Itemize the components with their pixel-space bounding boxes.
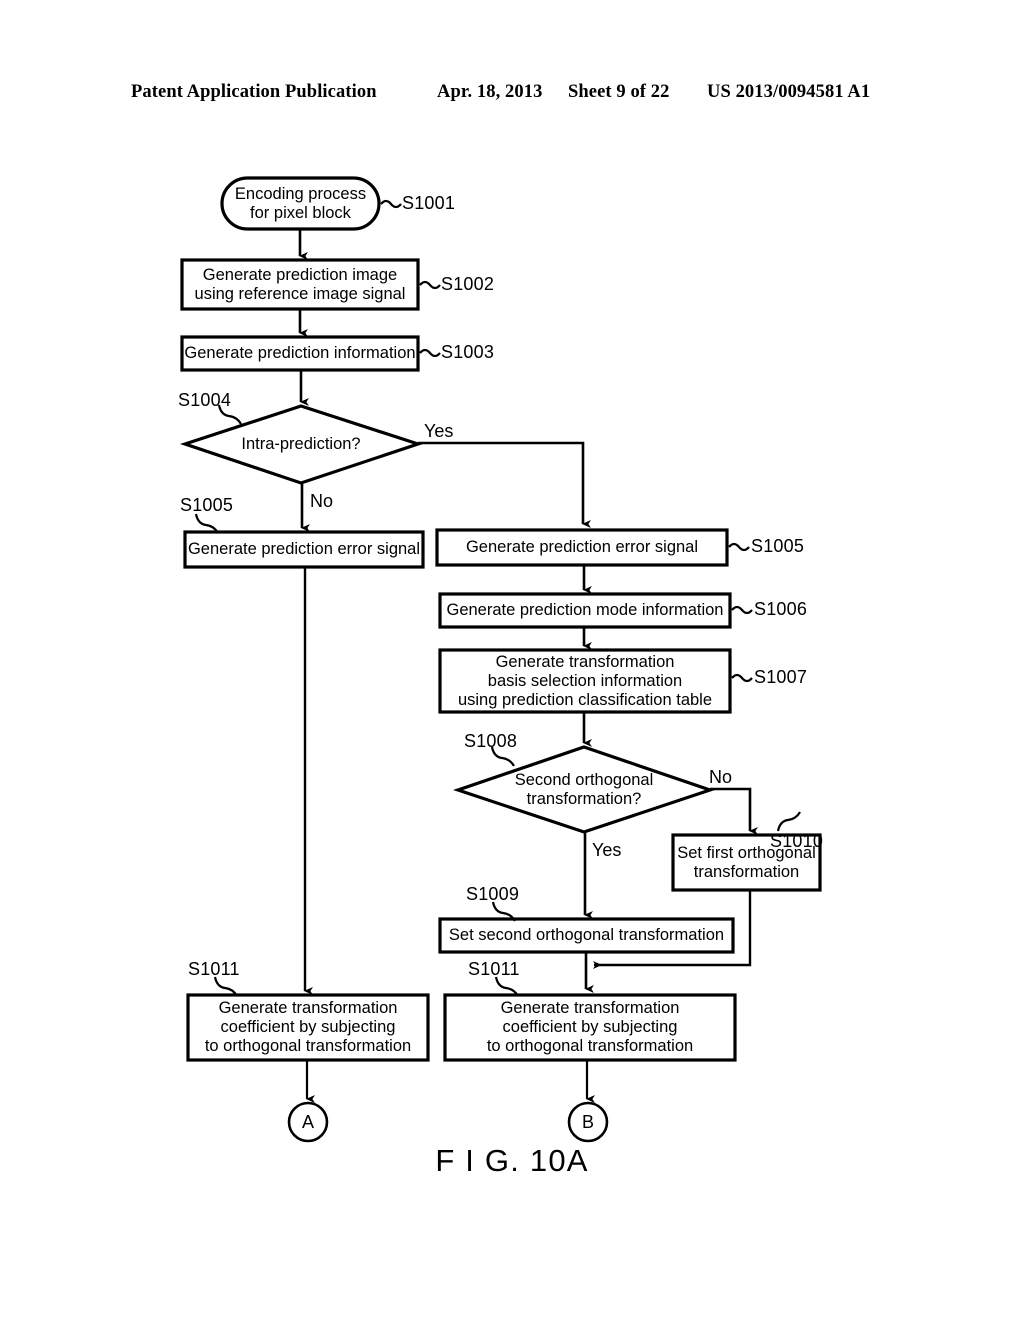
leader-s1006: [731, 605, 753, 615]
step-label-s1003: S1003: [441, 342, 495, 362]
branch-label-s1004-no: No: [310, 491, 334, 511]
step-label-s1005-left: S1005: [180, 495, 234, 515]
step-label-s1008: S1008: [464, 731, 518, 751]
node-shape-s1011-right: [443, 993, 737, 1062]
connector-label-b: B: [581, 1111, 594, 1132]
step-label-s1001: S1001: [402, 193, 456, 213]
node-shape-start: [220, 176, 381, 231]
leader-s1005-right: [728, 542, 750, 552]
figure-caption: F I G. 10A: [435, 1143, 589, 1178]
step-label-s1005-right: S1005: [751, 536, 805, 556]
step-label-s1009: S1009: [466, 884, 520, 904]
branch-label-s1008-no: No: [709, 767, 733, 787]
leader-s1005-left: [194, 513, 219, 534]
step-label-s1004: S1004: [178, 390, 232, 410]
node-shape-s1003: [180, 335, 420, 372]
node-shape-s1008: [452, 745, 716, 834]
branch-label-s1004-yes: Yes: [424, 421, 454, 441]
node-shape-s1002: [180, 258, 420, 311]
leader-s1003: [419, 348, 441, 358]
node-shape-s1005-left: [183, 530, 425, 569]
flowchart-svg: [179, 176, 822, 1143]
node-shape-s1004: [179, 404, 424, 485]
step-label-s1007: S1007: [754, 667, 808, 687]
step-label-s1002: S1002: [441, 274, 495, 294]
step-label-s1011-left: S1011: [188, 959, 240, 979]
edge-s1004-yes: [418, 441, 591, 528]
node-shape-s1009: [438, 917, 735, 954]
connector-label-a: A: [301, 1111, 314, 1132]
edge-s1008-no: [710, 787, 758, 835]
leader-s1010: [776, 811, 801, 832]
node-shape-s1005-right: [435, 528, 729, 567]
edge-s1010-to-merge: [593, 890, 752, 969]
flowchart-diagram: Encoding process for pixel block Generat…: [0, 0, 1024, 1320]
leader-s1002: [419, 280, 441, 290]
step-label-s1010: S1010: [770, 831, 824, 851]
leader-s1007: [731, 673, 753, 683]
branch-label-s1008-yes: Yes: [592, 840, 622, 860]
leader-s1001: [380, 199, 402, 209]
node-shape-s1011-left: [186, 993, 430, 1062]
node-shape-s1007: [438, 648, 732, 714]
step-label-s1006: S1006: [754, 599, 808, 619]
node-shape-s1006: [438, 592, 732, 629]
step-label-s1011-right: S1011: [468, 959, 520, 979]
